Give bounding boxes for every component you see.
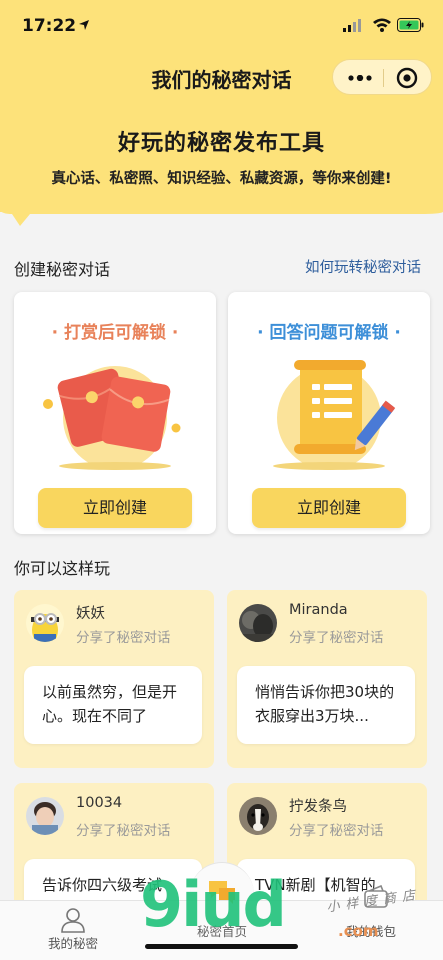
watermark-logo: 9iud	[140, 868, 287, 941]
hero-subtitle: 真心话、私密照、知识经验、私藏资源，等你来创建!	[51, 171, 392, 187]
example-card[interactable]: Miranda 分享了秘密对话 悄悄告诉你把30块的衣服穿出3万块...	[227, 590, 427, 768]
battery-charging-icon	[397, 18, 424, 32]
create-reward-button[interactable]: 立即创建	[38, 488, 192, 528]
example-action: 分享了秘密对话	[289, 630, 384, 646]
location-arrow-icon	[79, 20, 89, 30]
answer-unlock-card[interactable]: · 回答问题可解锁 · 立即创建	[228, 292, 430, 534]
example-action: 分享了秘密对话	[76, 823, 171, 839]
cellular-signal-icon	[343, 19, 361, 32]
example-card[interactable]: 妖妖 分享了秘密对话 以前虽然穷，但是开心。现在不同了	[14, 590, 214, 768]
examples-section-title: 你可以这样玩	[14, 559, 111, 578]
close-target-icon[interactable]	[396, 67, 418, 89]
example-text: 以前虽然穷，但是开心。现在不同了	[42, 683, 178, 725]
example-bubble: 以前虽然穷，但是开心。现在不同了	[24, 666, 202, 744]
miniprogram-capsule	[332, 59, 432, 95]
capsule-divider	[383, 69, 384, 87]
more-dots-icon[interactable]	[347, 75, 373, 81]
example-author: 拧发条鸟	[289, 799, 347, 815]
hero-title: 好玩的秘密发布工具	[117, 131, 325, 156]
home-indicator	[145, 944, 298, 949]
how-to-play-link[interactable]: 如何玩转秘密对话	[305, 256, 421, 277]
reward-unlock-card[interactable]: · 打赏后可解锁 · 立即创建	[14, 292, 216, 534]
create-answer-button[interactable]: 立即创建	[252, 488, 406, 528]
header-wave-shape	[0, 200, 443, 226]
user-icon	[61, 908, 85, 933]
example-author: Miranda	[289, 602, 348, 618]
tab-my-secrets[interactable]: 我的秘密	[40, 907, 106, 952]
tab-label: 我的秘密	[47, 936, 98, 951]
status-time: 17:22	[22, 16, 77, 36]
example-author: 妖妖	[76, 606, 105, 622]
answer-unlock-heading: · 回答问题可解锁 ·	[257, 323, 401, 343]
example-bubble: 悄悄告诉你把30块的衣服穿出3万块...	[237, 666, 415, 744]
example-text: 悄悄告诉你把30块的衣服穿出3万块...	[255, 683, 395, 725]
minion-avatar	[26, 604, 64, 642]
watermark-domain: .com	[338, 922, 379, 940]
red-envelope-icon	[43, 366, 181, 470]
status-bar: 17:22	[0, 0, 443, 52]
wifi-icon	[373, 18, 391, 32]
scroll-pen-icon	[273, 360, 396, 470]
example-action: 分享了秘密对话	[289, 823, 384, 839]
dog-photo-avatar	[239, 797, 277, 835]
reward-unlock-heading: · 打赏后可解锁 ·	[51, 323, 179, 343]
user-photo-avatar	[239, 604, 277, 642]
child-photo-avatar	[26, 797, 64, 835]
example-author: 10034	[76, 795, 123, 811]
example-action: 分享了秘密对话	[76, 630, 171, 646]
create-section-title: 创建秘密对话	[14, 260, 111, 279]
